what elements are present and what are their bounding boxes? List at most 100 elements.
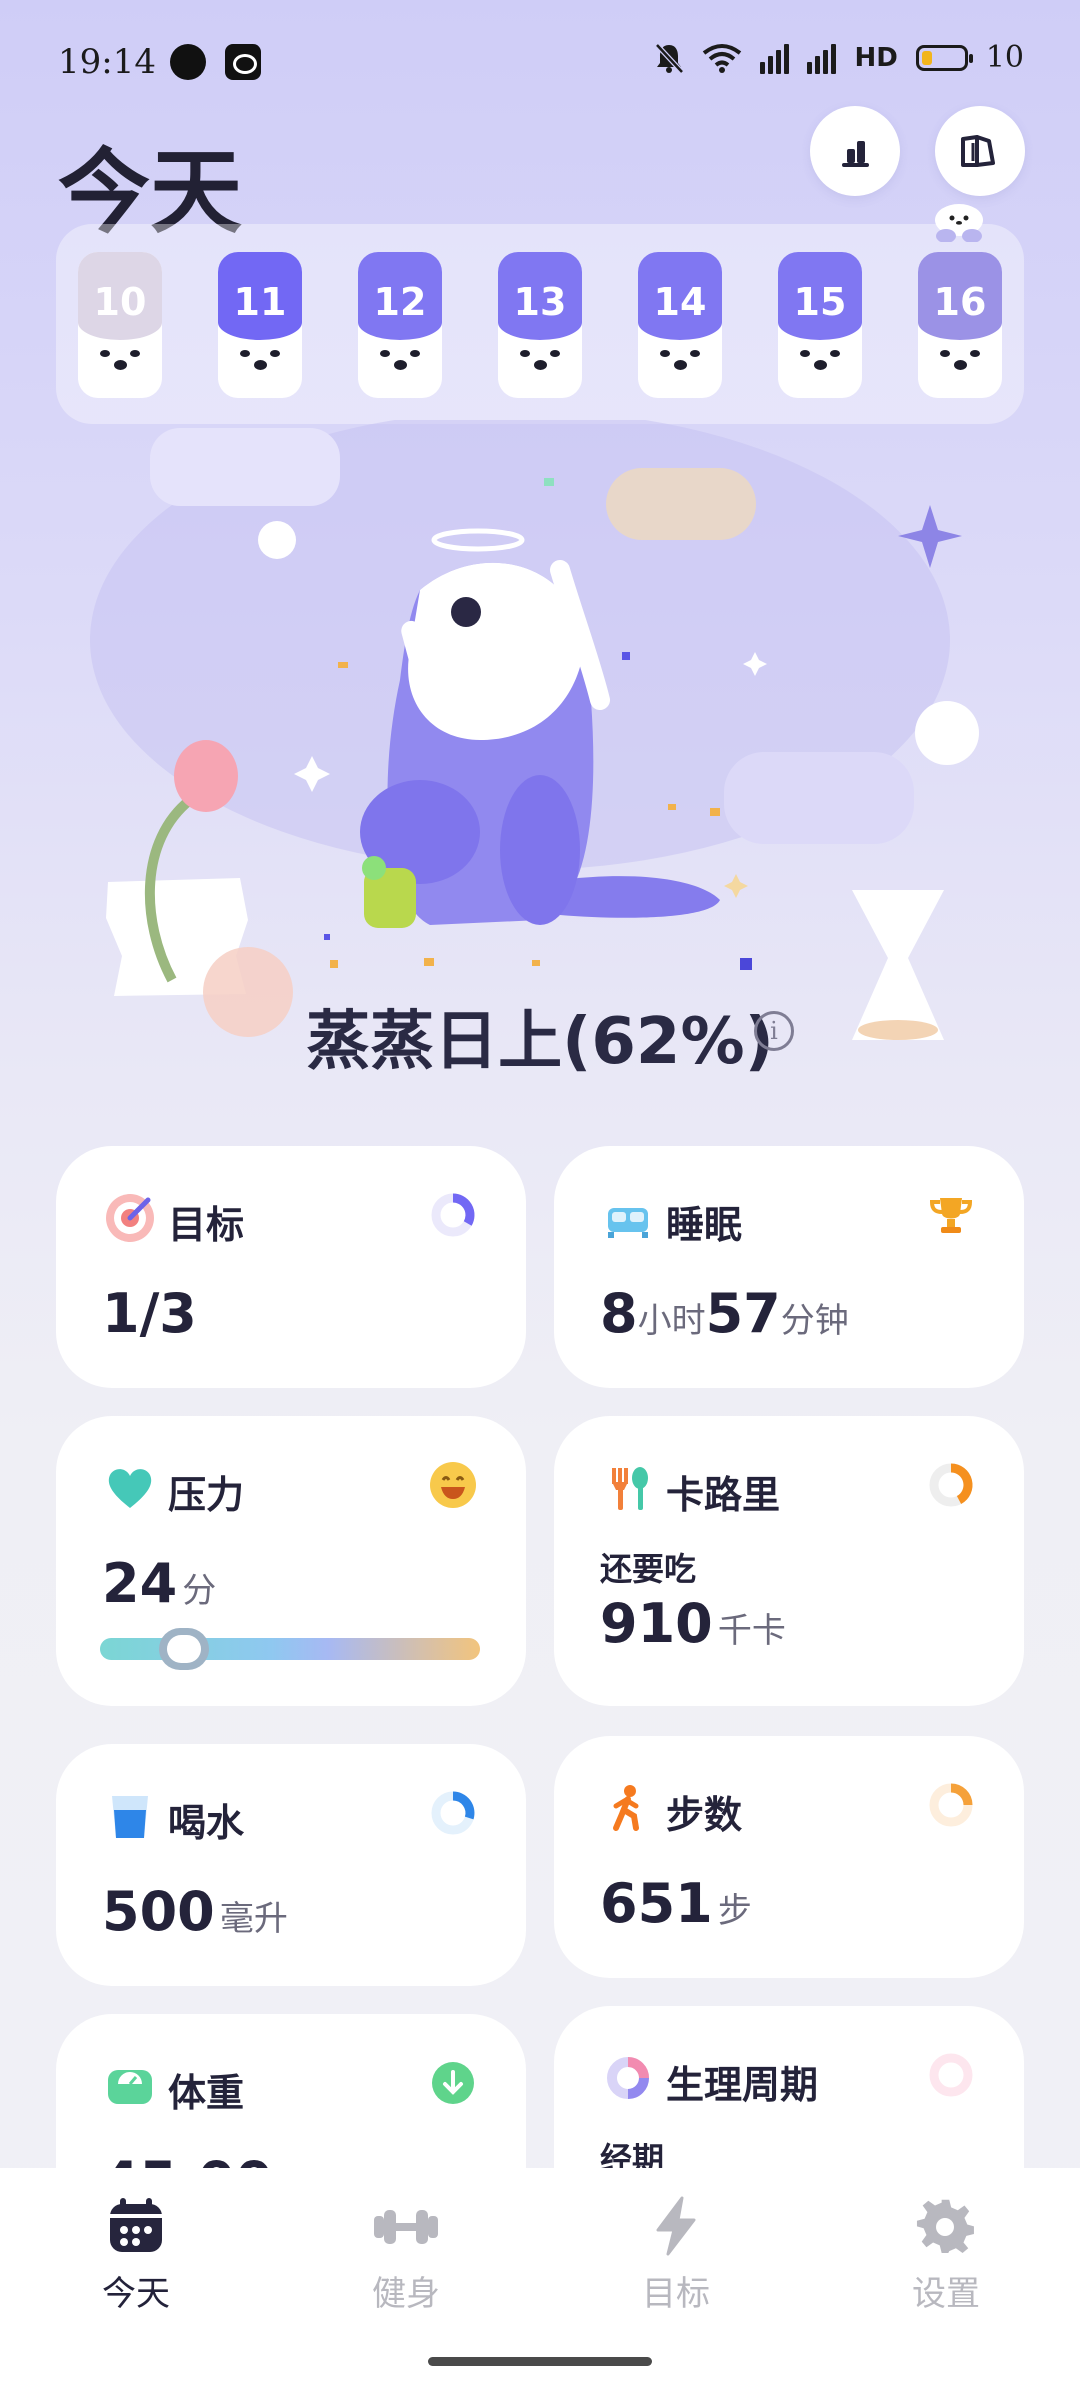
message-bubble-icon xyxy=(170,44,206,80)
calories-progress-ring-icon xyxy=(929,1463,973,1507)
nav-goals-label: 目标 xyxy=(642,2274,710,2314)
period-title: 生理周期 xyxy=(666,2063,819,2107)
steps-card[interactable]: 步数 651 步 xyxy=(554,1736,1024,1978)
week-strip: 10 11 12 13 14 15 16 xyxy=(56,224,1024,424)
day-14[interactable]: 14 xyxy=(638,252,722,398)
battery-level: 10 xyxy=(985,40,1024,75)
nav-settings[interactable]: 设置 xyxy=(876,2196,1016,2315)
nav-goals[interactable]: 目标 xyxy=(606,2196,746,2315)
day-16[interactable]: 16 xyxy=(918,252,1002,398)
day-15[interactable]: 15 xyxy=(778,252,862,398)
home-indicator[interactable] xyxy=(428,2357,652,2366)
sleep-hours-unit: 小时 xyxy=(637,1301,706,1341)
weight-title: 体重 xyxy=(168,2071,245,2115)
mascot-face-icon xyxy=(498,328,582,398)
mute-bell-icon xyxy=(655,42,685,74)
stress-value-row: 24 分 xyxy=(102,1552,216,1615)
sleep-title: 睡眠 xyxy=(666,1203,743,1247)
mascot-face-icon xyxy=(358,328,442,398)
sleep-minutes: 57 xyxy=(705,1282,781,1345)
day-number: 13 xyxy=(498,252,582,340)
lightning-icon xyxy=(656,2196,696,2256)
signal-4g-icon xyxy=(807,42,837,74)
day-11[interactable]: 11 xyxy=(218,252,302,398)
heart-icon xyxy=(108,1469,152,1508)
bed-icon xyxy=(608,1208,648,1238)
daily-status-text: 蒸蒸日上(62%) xyxy=(306,1005,774,1079)
status-time: 19:14 xyxy=(58,42,156,82)
target-icon xyxy=(106,1194,154,1242)
status-bar: 19:14 HD 10 xyxy=(0,0,1080,130)
goal-progress-ring-icon xyxy=(431,1193,475,1237)
nav-fitness-label: 健身 xyxy=(372,2274,440,2314)
status-icons: HD 10 xyxy=(654,40,1024,75)
water-value: 500 xyxy=(102,1880,215,1943)
calories-unit: 千卡 xyxy=(717,1611,786,1651)
day-number: 12 xyxy=(358,252,442,340)
stats-chart-icon xyxy=(842,141,869,167)
calories-title: 卡路里 xyxy=(666,1473,781,1517)
calories-card[interactable]: 卡路里 还要吃 910 千卡 xyxy=(554,1416,1024,1706)
nav-settings-label: 设置 xyxy=(912,2274,980,2314)
water-cup-icon xyxy=(112,1796,148,1838)
fork-spoon-icon xyxy=(612,1467,648,1510)
calories-value-row: 910 千卡 xyxy=(600,1592,786,1655)
scale-icon xyxy=(108,2070,152,2104)
down-arrow-icon xyxy=(432,2062,474,2104)
mascot-face-icon xyxy=(778,328,862,398)
goal-value: 1/3 xyxy=(102,1282,197,1345)
cycle-ring-icon xyxy=(607,2057,649,2099)
dumbbell-icon xyxy=(374,2210,438,2244)
day-number: 14 xyxy=(638,252,722,340)
mascot-face-icon xyxy=(78,328,162,398)
calendar-icon xyxy=(110,2198,162,2252)
water-title: 喝水 xyxy=(168,1801,245,1845)
sleep-duration: 8小时57分钟 xyxy=(600,1282,849,1345)
day-number: 10 xyxy=(78,252,162,340)
mascot-face-icon xyxy=(918,328,1002,398)
walking-person-icon xyxy=(613,1785,639,1831)
water-value-row: 500 毫升 xyxy=(102,1880,288,1943)
day-number: 16 xyxy=(918,252,1002,340)
info-icon[interactable]: i xyxy=(754,1011,794,1051)
day-number: 15 xyxy=(778,252,862,340)
steps-progress-ring-icon xyxy=(929,1783,973,1827)
stats-button[interactable] xyxy=(810,106,900,196)
day-10[interactable]: 10 xyxy=(78,252,162,398)
book-icon xyxy=(961,135,995,167)
steps-title: 步数 xyxy=(666,1793,743,1837)
water-progress-ring-icon xyxy=(431,1791,475,1835)
mascot-face-icon xyxy=(638,328,722,398)
gear-icon xyxy=(916,2199,974,2253)
steps-value-row: 651 步 xyxy=(600,1872,752,1935)
hd-icon: HD xyxy=(854,42,898,73)
goal-card[interactable]: 目标 1/3 xyxy=(56,1146,526,1388)
steps-value: 651 xyxy=(600,1872,713,1935)
nav-fitness[interactable]: 健身 xyxy=(336,2196,476,2315)
sleep-card[interactable]: 睡眠 8小时57分钟 xyxy=(554,1146,1024,1388)
stress-value: 24 xyxy=(102,1552,178,1615)
calories-value: 910 xyxy=(600,1592,713,1655)
day-12[interactable]: 12 xyxy=(358,252,442,398)
wifi-icon xyxy=(703,43,742,73)
period-progress-ring-icon xyxy=(929,2053,973,2097)
sleep-minutes-unit: 分钟 xyxy=(780,1301,849,1341)
stress-unit: 分 xyxy=(182,1571,217,1611)
day-13[interactable]: 13 xyxy=(498,252,582,398)
sleep-hours: 8 xyxy=(600,1282,638,1345)
water-card[interactable]: 喝水 500 毫升 xyxy=(56,1744,526,1986)
nav-today[interactable]: 今天 xyxy=(66,2196,206,2315)
stress-level-bar xyxy=(100,1638,480,1660)
trophy-icon xyxy=(929,1198,973,1233)
battery-icon xyxy=(915,44,973,71)
stress-card[interactable]: 压力 24 分 xyxy=(56,1416,526,1706)
calories-sub: 还要吃 xyxy=(600,1550,697,1588)
goal-title: 目标 xyxy=(168,1203,245,1247)
steps-unit: 步 xyxy=(717,1891,752,1931)
signal-4g-icon xyxy=(760,42,790,74)
weibo-icon xyxy=(225,44,261,80)
smiley-icon xyxy=(430,1462,476,1508)
mascot-face-icon xyxy=(218,328,302,398)
stress-level-thumb xyxy=(159,1628,209,1670)
guide-button[interactable] xyxy=(935,106,1025,196)
